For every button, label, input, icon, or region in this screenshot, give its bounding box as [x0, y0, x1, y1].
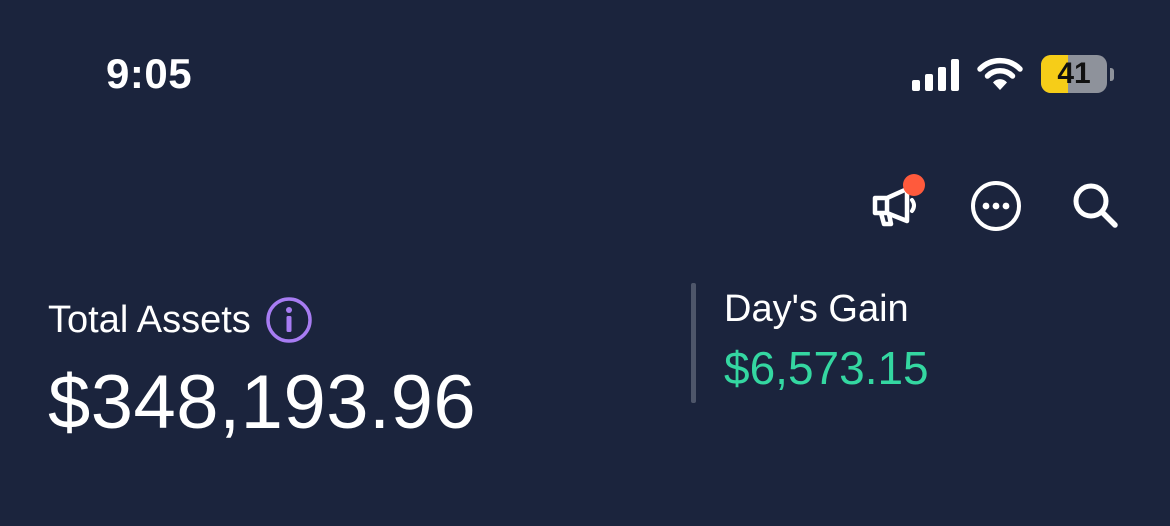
battery-cap	[1110, 67, 1114, 81]
app-screen: 9:05 41 Total Assets $348,193.96 Day's G…	[0, 0, 1170, 526]
total-assets-value: $348,193.96	[48, 360, 477, 445]
wifi-icon	[977, 57, 1023, 91]
battery-indicator: 41	[1041, 55, 1114, 93]
days-gain-section: Day's Gain $6,573.15	[724, 286, 929, 396]
search-icon	[1070, 180, 1122, 237]
more-options-button[interactable]	[968, 180, 1024, 236]
days-gain-value: $6,573.15	[724, 342, 929, 394]
battery-level: 41	[1057, 57, 1091, 90]
header-toolbar	[868, 174, 1124, 236]
days-gain-label: Day's Gain	[724, 288, 909, 330]
status-indicators: 41	[912, 54, 1114, 94]
total-assets-label-row: Total Assets	[48, 290, 476, 350]
total-assets-section: Total Assets $348,193.96	[48, 290, 476, 448]
search-button[interactable]	[1068, 180, 1124, 236]
summary-divider	[691, 283, 696, 403]
battery-body: 41	[1041, 55, 1107, 93]
status-time: 9:05	[106, 50, 193, 97]
cellular-signal-icon	[912, 57, 959, 91]
total-assets-label: Total Assets	[48, 298, 251, 341]
info-icon[interactable]	[265, 296, 313, 344]
more-options-icon	[969, 179, 1023, 238]
announcements-button[interactable]	[868, 174, 925, 236]
notification-badge	[903, 174, 925, 196]
